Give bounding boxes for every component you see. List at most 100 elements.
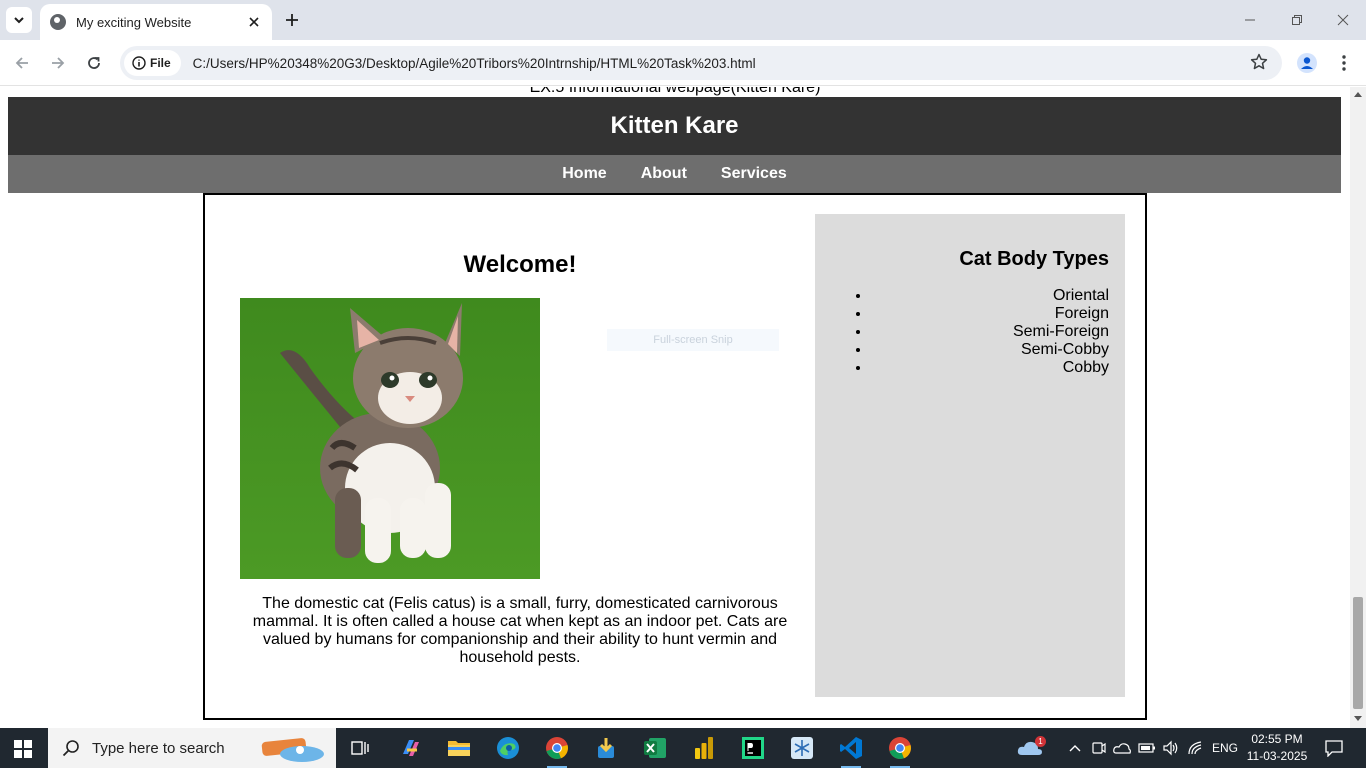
profile-button[interactable] [1295,51,1319,75]
cat-description: The domestic cat (Felis catus) is a smal… [252,595,788,666]
forward-button[interactable] [46,51,70,75]
vscode-icon [840,737,862,759]
main-column: Welcome! Full-screen Snip The domestic c… [215,205,805,695]
clock[interactable]: 02:55 PM 11-03-2025 [1245,731,1309,765]
close-window-button[interactable] [1331,8,1355,32]
nav-link-about[interactable]: About [641,165,687,183]
power-bi-icon [695,737,713,759]
arrow-right-icon [52,57,65,69]
camera-icon [1092,742,1106,754]
welcome-heading: Welcome! [463,251,577,278]
back-button[interactable] [10,51,34,75]
list-item: Foreign [871,305,1109,323]
site-header: Kitten Kare [8,97,1341,155]
chrome-app[interactable] [543,734,571,768]
minimize-button[interactable] [1238,8,1262,32]
battery-icon [1138,743,1155,753]
list-item: Oriental [871,287,1109,305]
new-tab-button[interactable] [282,10,302,30]
site-nav: Home About Services [8,155,1341,193]
start-button[interactable] [14,740,32,758]
menu-button[interactable] [1332,51,1356,75]
edge-app[interactable] [494,734,522,762]
sidebar: Cat Body Types Oriental Foreign Semi-For… [815,214,1125,697]
task-view-button[interactable] [346,734,374,762]
chip-label: File [150,56,171,70]
nav-link-home[interactable]: Home [562,165,606,183]
vertical-scrollbar[interactable] [1350,87,1366,728]
kitten-image [240,298,540,579]
list-item: Cobby [871,359,1109,377]
windows-logo-icon [14,740,22,748]
notification-icon [1325,740,1343,757]
chrome-app-2[interactable] [886,734,914,768]
snip-hint: Full-screen Snip [607,329,779,351]
more-vertical-icon [1342,55,1346,71]
clock-date: 11-03-2025 [1246,749,1308,763]
scroll-down-arrow-icon[interactable] [1354,716,1362,721]
notifications-button[interactable] [1320,734,1348,762]
search-highlight-icon [261,738,324,762]
copilot-icon [403,740,419,756]
task-view-icon [351,741,369,755]
tab-strip: My exciting Website [0,0,1366,40]
excel-app[interactable] [641,734,669,762]
chevron-up-icon [1069,745,1081,752]
network-button[interactable] [1182,734,1210,762]
tab-search-button[interactable] [6,7,32,33]
pycharm-app[interactable] [739,734,767,762]
folder-icon [448,741,470,756]
excel-icon [644,738,666,758]
power-bi-app[interactable] [690,734,718,762]
scrollbar-thumb[interactable] [1353,597,1363,709]
snipping-tool-app[interactable] [788,734,816,762]
scroll-up-arrow-icon[interactable] [1354,92,1362,97]
browser-toolbar: File C:/Users/HP%20348%20G3/Desktop/Agil… [0,40,1366,86]
edge-icon [497,737,519,759]
page-viewport: EX:5 Informational webpage(Kitten Kare) … [0,87,1350,728]
notification-badge: 1 [1035,736,1046,747]
vscode-app[interactable] [837,734,865,768]
site-title: Kitten Kare [610,112,739,139]
plus-icon [286,14,298,26]
tab-close-button[interactable] [246,14,262,30]
reload-button[interactable] [82,51,106,75]
wifi-icon [1188,741,1202,755]
package-icon [598,738,614,758]
body-types-list: Oriental Foreign Semi-Foreign Semi-Cobby… [831,287,1109,377]
file-explorer-app[interactable] [445,734,473,762]
restore-button[interactable] [1285,8,1309,32]
search-placeholder: Type here to search [92,739,225,757]
chrome-icon [546,737,568,760]
snowflake-icon [791,737,813,759]
list-item: Semi-Foreign [871,323,1109,341]
content-container: Welcome! Full-screen Snip The domestic c… [203,193,1147,720]
nav-link-services[interactable]: Services [721,165,787,183]
address-bar[interactable]: File C:/Users/HP%20348%20G3/Desktop/Agil… [120,46,1282,80]
bookmark-button[interactable] [1250,53,1270,73]
search-icon [62,740,79,757]
url-text[interactable]: C:/Users/HP%20348%20G3/Desktop/Agile%20T… [193,56,756,71]
taskbar-search[interactable]: Type here to search [48,728,336,768]
star-icon [1250,53,1268,70]
page-caption: EX:5 Informational webpage(Kitten Kare) [529,87,821,96]
globe-icon [50,14,66,30]
speaker-icon [1163,740,1178,756]
onedrive-icon [1113,743,1131,754]
copilot-app[interactable] [397,734,425,762]
weather-widget[interactable]: 1 [1016,734,1046,762]
close-icon [1337,14,1349,26]
info-icon [132,56,146,70]
minimize-icon [1245,19,1255,21]
language-indicator[interactable]: ENG [1212,741,1238,755]
app-installer-app[interactable] [592,734,620,762]
browser-tab[interactable]: My exciting Website [40,4,272,40]
chrome-icon [889,737,911,760]
taskbar: Type here to search 1 ENG 02:55 PM 11-03… [0,728,1366,768]
volume-button[interactable] [1157,734,1185,762]
pycharm-icon [742,737,764,759]
arrow-left-icon [15,57,28,69]
onedrive-button[interactable] [1108,734,1136,762]
site-info-chip[interactable]: File [124,50,181,76]
list-item: Semi-Cobby [871,341,1109,359]
